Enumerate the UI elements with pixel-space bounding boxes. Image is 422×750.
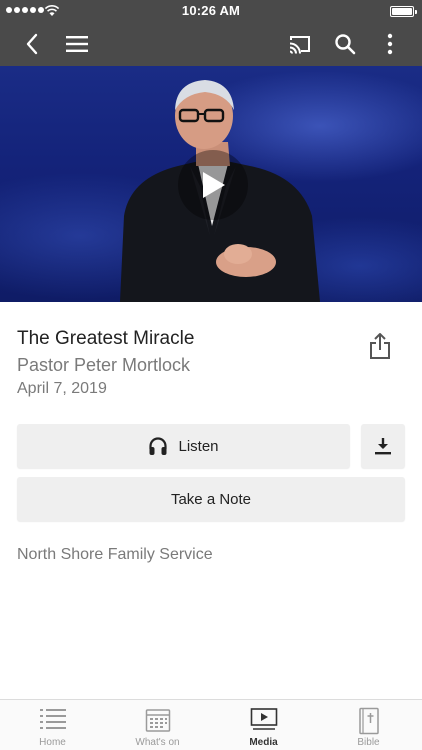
tab-home-label: Home [39,737,66,748]
more-vertical-icon [387,33,393,55]
tab-home[interactable]: Home [0,700,105,750]
sermon-description: North Shore Family Service [17,546,213,563]
tab-whats-on-label: What's on [135,737,180,748]
tab-media[interactable]: Media [211,700,316,750]
sermon-title: The Greatest Miracle [17,328,195,349]
search-icon [335,34,356,55]
tab-bar: Home What's on Media Bible [0,699,422,750]
download-icon [375,438,391,455]
tab-bible-label: Bible [357,737,380,748]
video-player[interactable] [0,66,422,302]
hamburger-menu-icon [66,36,88,52]
calendar-icon [145,709,170,732]
search-button[interactable] [325,22,365,66]
cast-icon [289,36,310,54]
battery-icon [390,6,417,17]
take-note-button[interactable]: Take a Note [17,477,405,521]
play-icon [203,172,225,198]
cast-button[interactable] [280,22,320,66]
play-button[interactable] [178,150,248,220]
back-button[interactable] [12,22,52,66]
menu-button[interactable] [57,22,97,66]
bible-icon [358,707,379,735]
list-icon [39,709,66,729]
media-player-icon [250,708,277,730]
listen-button[interactable]: Listen [17,424,350,468]
tab-media-label: Media [249,737,278,748]
share-button[interactable] [366,330,394,362]
headphones-icon [149,437,168,455]
chevron-left-icon [26,33,38,55]
tab-whats-on[interactable]: What's on [105,700,210,750]
more-options-button[interactable] [370,22,410,66]
status-time: 10:26 AM [181,3,241,18]
sermon-speaker: Pastor Peter Mortlock [17,355,191,375]
status-bar: 10:26 AM [0,0,422,22]
download-button[interactable] [361,424,405,468]
tab-bible[interactable]: Bible [316,700,421,750]
share-icon [370,333,390,359]
nav-bar [0,22,422,66]
sermon-date: April 7, 2019 [17,380,107,397]
listen-label: Listen [178,437,219,455]
take-note-label: Take a Note [170,490,252,508]
